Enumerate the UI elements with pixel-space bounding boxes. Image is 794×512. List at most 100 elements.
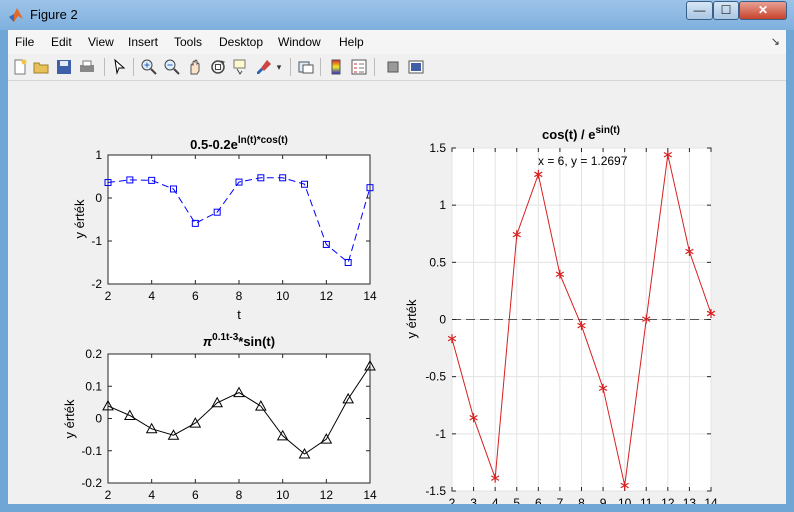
x-tick-label: 8 <box>236 488 243 502</box>
y-axis-label: y érték <box>404 299 419 339</box>
menu-edit[interactable]: Edit <box>51 35 72 49</box>
x-tick-label: 12 <box>320 289 334 303</box>
axes-background <box>107 154 371 285</box>
y-tick-label: 1.5 <box>429 141 446 155</box>
y-tick-label: 0 <box>95 412 102 426</box>
subplot-title-base: 0.5-0.2e <box>190 137 238 152</box>
x-tick-label: 10 <box>276 488 290 502</box>
figure-canvas: 2 4 6 8 10 12 14 -2 -1 0 1 0.5-0.2eln(t)*cos(t) t … <box>8 81 786 512</box>
x-tick-label: 4 <box>148 289 155 303</box>
insert-colorbar-icon[interactable] <box>327 58 345 76</box>
show-plot-tools-icon[interactable] <box>407 58 425 76</box>
menu-help[interactable]: Help <box>339 35 364 49</box>
x-tick-label: 9 <box>600 496 607 504</box>
y-tick-label: -0.1 <box>81 444 102 458</box>
x-tick-label: 11 <box>640 496 653 504</box>
zoom-out-icon[interactable] <box>163 58 181 76</box>
window-title: Figure 2 <box>30 7 78 22</box>
x-tick-label: 2 <box>449 496 456 504</box>
subplot-right[interactable]: 2 3 4 5 6 7 8 9 10 11 12 13 14 -1.5 -1 -0.5 0 0.5 1 1.5 cos… <box>404 125 718 510</box>
menu-bar: File Edit View Insert Tools Desktop Wind… <box>8 30 786 54</box>
x-tick-label: 14 <box>363 289 377 303</box>
menu-desktop[interactable]: Desktop <box>219 35 263 49</box>
y-tick-label: 0.5 <box>429 255 446 269</box>
x-tick-label: 8 <box>578 496 585 504</box>
data-cursor-icon[interactable] <box>232 58 250 76</box>
toolbar-separator <box>104 58 105 76</box>
x-tick-label: 7 <box>557 496 564 504</box>
brush-icon[interactable] <box>255 58 273 76</box>
y-tick-label: -1 <box>435 427 446 441</box>
menu-overflow-icon[interactable]: ↘ <box>771 35 780 48</box>
y-tick-label: 0 <box>439 313 446 327</box>
x-axis-label: t <box>237 307 241 322</box>
x-tick-label: 12 <box>661 496 675 504</box>
title-bar[interactable]: Figure 2 — ☐ ✕ <box>0 0 794 30</box>
toolbar-separator <box>290 58 291 76</box>
figure-window: Figure 2 — ☐ ✕ File Edit View Insert Too… <box>0 0 794 512</box>
y-axis-label: y érték <box>62 399 77 439</box>
y-tick-label: 0.1 <box>85 379 102 393</box>
x-tick-label: 14 <box>363 488 377 502</box>
y-tick-label: 0 <box>95 191 102 205</box>
subplot-title-superscript: 0.1t-3 <box>212 332 239 343</box>
x-tick-label: 6 <box>192 289 199 303</box>
y-tick-label: 1 <box>439 198 446 212</box>
brush-dropdown-icon[interactable]: ▾ <box>274 58 284 76</box>
y-tick-label: 0.2 <box>85 347 102 361</box>
menu-file[interactable]: File <box>15 35 34 49</box>
subplot-title-superscript: ln(t)*cos(t) <box>238 135 288 146</box>
x-tick-label: 10 <box>276 289 290 303</box>
y-tick-label: 1 <box>95 148 102 162</box>
subplot-bottom-left[interactable]: 2 4 6 8 10 12 14 -0.2 -0.1 0 0.1 0.2 π0.1t-3*sin(t)… <box>62 332 377 512</box>
subplot-title: π0.1t-3*sin(t) <box>203 332 275 349</box>
toolbar-separator <box>133 58 134 76</box>
print-icon[interactable] <box>78 58 96 76</box>
edit-plot-arrow-icon[interactable] <box>110 58 128 76</box>
plots: 2 4 6 8 10 12 14-2-101 0.5-0.2eln(t)*cos(t) t … <box>62 125 718 512</box>
matlab-logo-icon <box>9 8 23 22</box>
x-tick-label: 4 <box>148 488 155 502</box>
x-tick-label: 2 <box>105 488 112 502</box>
x-tick-label: 8 <box>236 289 243 303</box>
subplot-title-superscript: sin(t) <box>596 125 620 136</box>
x-tick-label: 14 <box>704 496 718 504</box>
y-tick-label: -0.2 <box>81 476 102 490</box>
x-tick-label: 6 <box>192 488 199 502</box>
maximize-button[interactable]: ☐ <box>713 1 739 20</box>
minimize-button[interactable]: — <box>686 1 713 20</box>
close-button[interactable]: ✕ <box>739 1 787 20</box>
menu-tools[interactable]: Tools <box>174 35 202 49</box>
subplot-top-left[interactable]: 2 4 6 8 10 12 14-2-101 0.5-0.2eln(t)*cos(t) t … <box>72 135 377 322</box>
pan-hand-icon[interactable] <box>186 58 204 76</box>
menu-view[interactable]: View <box>88 35 114 49</box>
x-tick-label: 6 <box>535 496 542 504</box>
subplot-title-base: cos(t) / e <box>542 127 595 142</box>
toolbar-separator <box>320 58 321 76</box>
client-area: File Edit View Insert Tools Desktop Wind… <box>8 30 786 512</box>
menu-insert[interactable]: Insert <box>128 35 158 49</box>
x-tick-label: 5 <box>513 496 520 504</box>
x-tick-label: 2 <box>105 289 112 303</box>
x-tick-label: 4 <box>492 496 499 504</box>
y-axis-label: y érték <box>72 199 87 239</box>
rotate-3d-icon[interactable] <box>209 58 227 76</box>
hide-plot-tools-icon[interactable] <box>384 58 402 76</box>
new-figure-icon[interactable] <box>11 58 29 76</box>
y-tick-label: -2 <box>91 277 102 291</box>
x-tick-label: 12 <box>320 488 334 502</box>
subplot-title-base: *sin(t) <box>238 334 275 349</box>
axes-background <box>107 353 371 484</box>
x-tick-label: 13 <box>683 496 697 504</box>
insert-legend-icon[interactable] <box>350 58 368 76</box>
x-tick-label: 10 <box>618 496 632 504</box>
x-tick-label: 3 <box>470 496 477 504</box>
link-plot-icon[interactable] <box>297 58 315 76</box>
menu-window[interactable]: Window <box>278 35 321 49</box>
zoom-in-icon[interactable] <box>140 58 158 76</box>
open-file-icon[interactable] <box>32 58 50 76</box>
toolbar-separator <box>374 58 375 76</box>
subplot-title: 0.5-0.2eln(t)*cos(t) <box>190 135 288 152</box>
save-icon[interactable] <box>55 58 73 76</box>
subplot-title: cos(t) / esin(t) <box>542 125 620 142</box>
